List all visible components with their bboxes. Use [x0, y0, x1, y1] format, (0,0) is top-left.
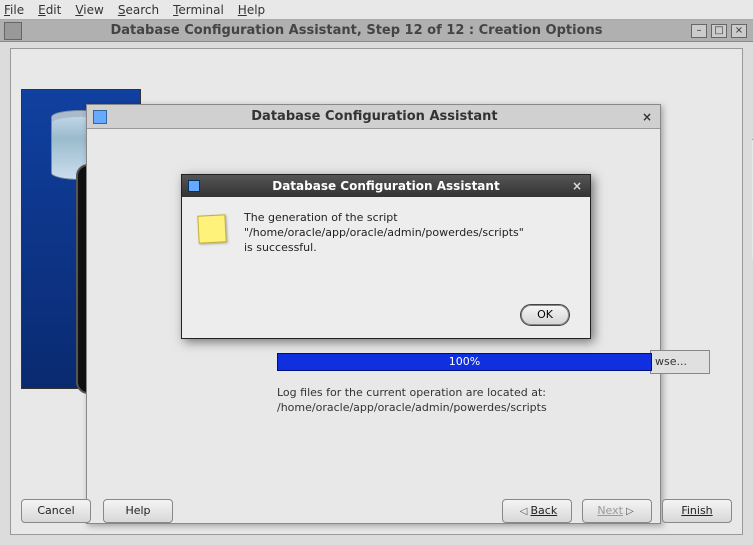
alert-title: Database Configuration Assistant — [200, 179, 572, 193]
alert-msg-line: The generation of the script — [244, 211, 574, 226]
app-icon — [4, 22, 22, 40]
alert-message: The generation of the script "/home/orac… — [244, 211, 574, 256]
wizard-window: Change A ● Reducin and dis change ● Data… — [10, 48, 743, 535]
back-button[interactable]: ◁Back — [502, 499, 572, 523]
alert-body: The generation of the script "/home/orac… — [182, 197, 590, 266]
menu-terminal[interactable]: Terminal — [173, 3, 224, 17]
wizard-button-bar: Cancel Help ◁Back Next▷ Finish — [21, 496, 732, 526]
next-button: Next▷ — [582, 499, 652, 523]
close-icon[interactable]: × — [572, 179, 582, 193]
cancel-button[interactable]: Cancel — [21, 499, 91, 523]
close-icon[interactable]: × — [642, 110, 652, 124]
progress-dialog-title: Database Configuration Assistant — [107, 109, 642, 124]
menu-search[interactable]: Search — [118, 3, 159, 17]
chevron-right-icon: ▷ — [626, 506, 634, 517]
progress-area: 100% Log files for the current operation… — [277, 353, 652, 416]
alert-msg-line: "/home/oracle/app/oracle/admin/powerdes/… — [244, 226, 574, 241]
desktop-menubar: File Edit View Search Terminal Help — [0, 0, 753, 20]
outer-window-title: Database Configuration Assistant, Step 1… — [22, 23, 691, 38]
menu-file[interactable]: File — [4, 3, 24, 17]
close-button[interactable]: × — [731, 24, 747, 38]
ok-button[interactable]: OK — [520, 304, 570, 326]
dialog-icon — [93, 110, 107, 124]
browse-button[interactable]: wse... — [650, 350, 710, 374]
progress-dialog-titlebar: Database Configuration Assistant × — [87, 105, 660, 129]
alert-dialog: Database Configuration Assistant × The g… — [181, 174, 591, 339]
progress-bar: 100% — [277, 353, 652, 371]
menu-help[interactable]: Help — [238, 3, 265, 17]
menu-edit[interactable]: Edit — [38, 3, 61, 17]
chevron-left-icon: ◁ — [520, 506, 528, 517]
back-label: Back — [530, 504, 557, 517]
dialog-icon — [188, 180, 200, 192]
alert-footer: OK — [520, 304, 570, 326]
outer-window-titlebar: Database Configuration Assistant, Step 1… — [0, 20, 753, 42]
log-line: Log files for the current operation are … — [277, 385, 652, 400]
next-label: Next — [597, 504, 623, 517]
window-controls: – □ × — [691, 24, 747, 38]
finish-button[interactable]: Finish — [662, 499, 732, 523]
log-text: Log files for the current operation are … — [277, 385, 652, 416]
maximize-button[interactable]: □ — [711, 24, 727, 38]
alert-msg-line: is successful. — [244, 241, 574, 256]
note-icon — [197, 214, 226, 243]
help-button[interactable]: Help — [103, 499, 173, 523]
finish-label: Finish — [681, 504, 712, 517]
menu-view[interactable]: View — [75, 3, 103, 17]
minimize-button[interactable]: – — [691, 24, 707, 38]
alert-titlebar: Database Configuration Assistant × — [182, 175, 590, 197]
log-path: /home/oracle/app/oracle/admin/powerdes/s… — [277, 400, 652, 415]
